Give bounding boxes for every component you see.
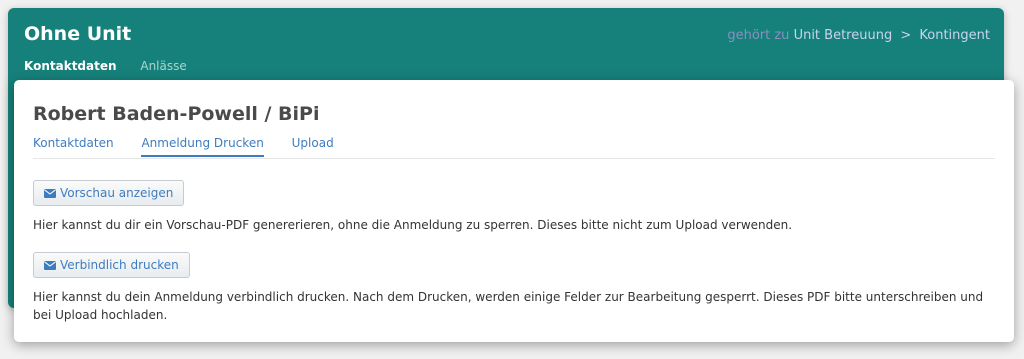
tab-kontaktdaten[interactable]: Kontaktdaten [33,136,114,155]
unit-title: Ohne Unit [24,23,132,45]
print-final-button-label: Verbindlich drucken [60,258,179,272]
breadcrumb-separator: > [900,28,912,43]
header-tabs: Kontaktdaten Anlässe [24,59,207,73]
envelope-icon [44,260,56,270]
tab-kontaktdaten[interactable]: Kontaktdaten [24,59,117,73]
tab-upload[interactable]: Upload [292,136,334,155]
breadcrumb-item-unit-betreuung[interactable]: Unit Betreuung [794,28,893,43]
breadcrumb-prefix: gehört zu [727,28,790,43]
breadcrumb: gehört zu Unit Betreuung > Kontingent [727,28,990,43]
print-final-description: Hier kannst du dein Anmeldung verbindlic… [33,290,984,322]
preview-button[interactable]: Vorschau anzeigen [33,180,185,206]
card-tabs: Kontaktdaten Anmeldung Drucken Upload [33,136,995,159]
envelope-icon [44,188,56,198]
person-card: Robert Baden-Powell / BiPi Kontaktdaten … [14,80,1014,342]
breadcrumb-item-kontingent[interactable]: Kontingent [919,28,990,43]
tab-anlaesse[interactable]: Anlässe [140,59,186,73]
person-name: Robert Baden-Powell / BiPi [33,103,320,125]
preview-button-label: Vorschau anzeigen [60,186,174,200]
print-final-button[interactable]: Verbindlich drucken [33,252,190,278]
tab-anmeldung-drucken[interactable]: Anmeldung Drucken [141,136,264,157]
preview-description: Hier kannst du dir ein Vorschau-PDF gene… [33,218,793,232]
